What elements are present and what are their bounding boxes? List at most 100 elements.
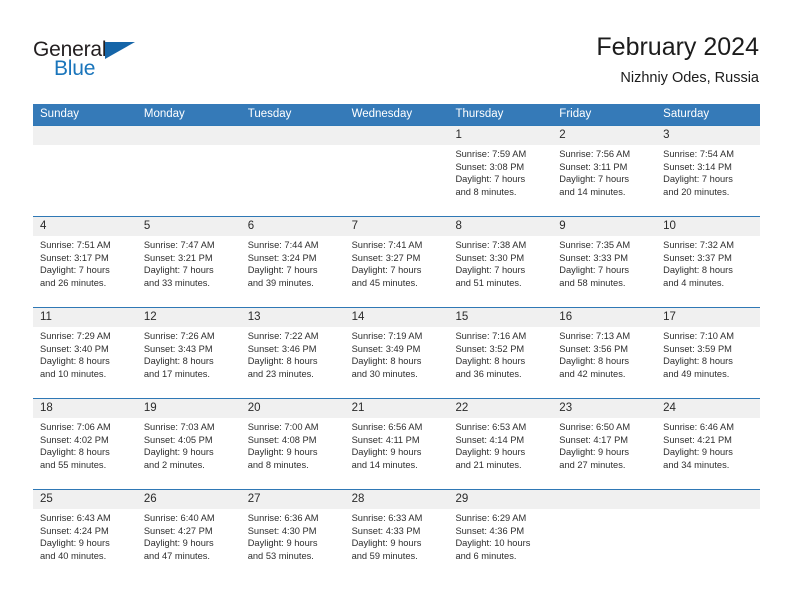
day-number[interactable]: 15 (448, 308, 552, 327)
day-cell[interactable]: Sunrise: 7:51 AM Sunset: 3:17 PM Dayligh… (33, 236, 137, 307)
day-number[interactable]: 10 (656, 217, 760, 236)
sunrise-text: Sunrise: 7:10 AM (663, 331, 734, 341)
daylight-text-line1: Daylight: 8 hours (559, 356, 630, 367)
sunrise-text: Sunrise: 7:59 AM (455, 149, 527, 159)
day-cell[interactable]: Sunrise: 6:40 AM Sunset: 4:27 PM Dayligh… (137, 509, 241, 580)
day-number[interactable]: 22 (448, 399, 552, 418)
day-number[interactable]: 11 (33, 308, 137, 327)
day-number[interactable] (241, 126, 345, 145)
day-number[interactable]: 5 (137, 217, 241, 236)
day-number[interactable]: 2 (552, 126, 656, 145)
day-cell[interactable]: Sunrise: 6:36 AM Sunset: 4:30 PM Dayligh… (241, 509, 345, 580)
day-cell[interactable] (656, 509, 760, 580)
day-cell[interactable]: Sunrise: 7:29 AM Sunset: 3:40 PM Dayligh… (33, 327, 137, 398)
day-cell[interactable]: Sunrise: 6:53 AM Sunset: 4:14 PM Dayligh… (448, 418, 552, 489)
day-number[interactable]: 12 (137, 308, 241, 327)
sunset-text: Sunset: 4:30 PM (247, 525, 317, 536)
day-cell[interactable]: Sunrise: 7:00 AM Sunset: 4:08 PM Dayligh… (241, 418, 345, 489)
sunset-text: Sunset: 3:11 PM (559, 161, 628, 172)
day-cell[interactable]: Sunrise: 6:33 AM Sunset: 4:33 PM Dayligh… (345, 509, 449, 580)
daylight-text-line2: and 33 minutes. (143, 277, 211, 288)
day-cell[interactable]: Sunrise: 7:59 AM Sunset: 3:08 PM Dayligh… (448, 145, 552, 216)
day-number[interactable]: 18 (33, 399, 137, 418)
day-number[interactable]: 13 (241, 308, 345, 327)
day-cell[interactable]: Sunrise: 7:03 AM Sunset: 4:05 PM Dayligh… (137, 418, 241, 489)
day-cell[interactable] (552, 509, 656, 580)
sunrise-text: Sunrise: 6:40 AM (143, 513, 215, 523)
day-cell[interactable]: Sunrise: 7:22 AM Sunset: 3:46 PM Dayligh… (241, 327, 345, 398)
day-number[interactable]: 7 (345, 217, 449, 236)
day-number[interactable]: 4 (33, 217, 137, 236)
day-cell[interactable]: Sunrise: 7:44 AM Sunset: 3:24 PM Dayligh… (241, 236, 345, 307)
sunset-text: Sunset: 3:49 PM (351, 343, 421, 354)
sunset-text: Sunset: 3:56 PM (559, 343, 629, 354)
day-number[interactable] (33, 126, 137, 145)
day-cell[interactable]: Sunrise: 6:29 AM Sunset: 4:36 PM Dayligh… (448, 509, 552, 580)
day-cell[interactable]: Sunrise: 7:32 AM Sunset: 3:37 PM Dayligh… (656, 236, 760, 307)
day-number[interactable]: 6 (241, 217, 345, 236)
day-number[interactable]: 25 (33, 490, 137, 509)
daylight-text-line2: and 34 minutes. (663, 459, 730, 470)
day-number[interactable]: 3 (656, 126, 760, 145)
sunrise-text: Sunrise: 7:29 AM (40, 331, 111, 341)
sunrise-text: Sunrise: 7:00 AM (247, 422, 319, 432)
day-cell[interactable]: Sunrise: 7:56 AM Sunset: 3:11 PM Dayligh… (552, 145, 656, 216)
day-cell[interactable]: Sunrise: 7:47 AM Sunset: 3:21 PM Dayligh… (137, 236, 241, 307)
day-number[interactable] (552, 490, 656, 509)
day-number[interactable]: 28 (345, 490, 449, 509)
calendar-week-row: 18 19 20 21 22 23 24 Sunrise: 7:06 AM Su… (33, 398, 760, 489)
week-date-band: 18 19 20 21 22 23 24 (33, 399, 760, 418)
sunset-text: Sunset: 3:17 PM (40, 252, 109, 263)
calendar-week-row: 1 2 3 Sunrise: 7:59 AM Sunset: 3:08 PM D… (33, 125, 760, 216)
day-number[interactable]: 8 (448, 217, 552, 236)
day-cell[interactable]: Sunrise: 6:56 AM Sunset: 4:11 PM Dayligh… (345, 418, 449, 489)
day-cell[interactable]: Sunrise: 6:50 AM Sunset: 4:17 PM Dayligh… (552, 418, 656, 489)
day-number[interactable]: 21 (345, 399, 449, 418)
day-cell[interactable]: Sunrise: 7:19 AM Sunset: 3:49 PM Dayligh… (345, 327, 449, 398)
day-cell[interactable]: Sunrise: 7:16 AM Sunset: 3:52 PM Dayligh… (448, 327, 552, 398)
day-number[interactable]: 29 (448, 490, 552, 509)
day-number[interactable]: 1 (448, 126, 552, 145)
daylight-text-line1: Daylight: 9 hours (455, 447, 526, 458)
sunset-text: Sunset: 4:11 PM (351, 434, 420, 445)
sunset-text: Sunset: 4:14 PM (455, 434, 525, 445)
daylight-text-line1: Daylight: 8 hours (663, 265, 733, 276)
day-cell[interactable]: Sunrise: 6:46 AM Sunset: 4:21 PM Dayligh… (656, 418, 760, 489)
day-number[interactable]: 9 (552, 217, 656, 236)
day-cell[interactable] (137, 145, 241, 216)
day-cell[interactable]: Sunrise: 7:41 AM Sunset: 3:27 PM Dayligh… (345, 236, 449, 307)
day-number[interactable]: 19 (137, 399, 241, 418)
day-number[interactable]: 23 (552, 399, 656, 418)
daylight-text-line1: Daylight: 7 hours (455, 265, 526, 276)
day-number[interactable] (656, 490, 760, 509)
page-title: February 2024 (596, 33, 759, 61)
day-number[interactable] (345, 126, 449, 145)
sunset-text: Sunset: 3:27 PM (351, 252, 421, 263)
day-number[interactable] (137, 126, 241, 145)
day-number[interactable]: 17 (656, 308, 760, 327)
general-blue-logo[interactable]: General Blue (33, 38, 163, 84)
daylight-text-line2: and 21 minutes. (455, 459, 522, 470)
day-cell[interactable]: Sunrise: 7:54 AM Sunset: 3:14 PM Dayligh… (656, 145, 760, 216)
day-cell[interactable]: Sunrise: 7:26 AM Sunset: 3:43 PM Dayligh… (137, 327, 241, 398)
day-cell[interactable] (241, 145, 345, 216)
day-number[interactable]: 16 (552, 308, 656, 327)
day-cell[interactable] (345, 145, 449, 216)
day-cell[interactable]: Sunrise: 7:10 AM Sunset: 3:59 PM Dayligh… (656, 327, 760, 398)
daylight-text-line1: Daylight: 7 hours (559, 265, 630, 276)
week-body-row: Sunrise: 7:51 AM Sunset: 3:17 PM Dayligh… (33, 236, 760, 307)
day-cell[interactable]: Sunrise: 7:06 AM Sunset: 4:02 PM Dayligh… (33, 418, 137, 489)
daylight-text-line2: and 17 minutes. (143, 368, 211, 379)
weekday-header-friday: Friday (559, 108, 592, 120)
day-number[interactable]: 14 (345, 308, 449, 327)
sunset-text: Sunset: 4:33 PM (351, 525, 421, 536)
day-cell[interactable]: Sunrise: 7:13 AM Sunset: 3:56 PM Dayligh… (552, 327, 656, 398)
day-number[interactable]: 27 (241, 490, 345, 509)
day-cell[interactable]: Sunrise: 7:38 AM Sunset: 3:30 PM Dayligh… (448, 236, 552, 307)
day-number[interactable]: 24 (656, 399, 760, 418)
day-number[interactable]: 20 (241, 399, 345, 418)
day-cell[interactable]: Sunrise: 7:35 AM Sunset: 3:33 PM Dayligh… (552, 236, 656, 307)
day-cell[interactable] (33, 145, 137, 216)
day-number[interactable]: 26 (137, 490, 241, 509)
day-cell[interactable]: Sunrise: 6:43 AM Sunset: 4:24 PM Dayligh… (33, 509, 137, 580)
